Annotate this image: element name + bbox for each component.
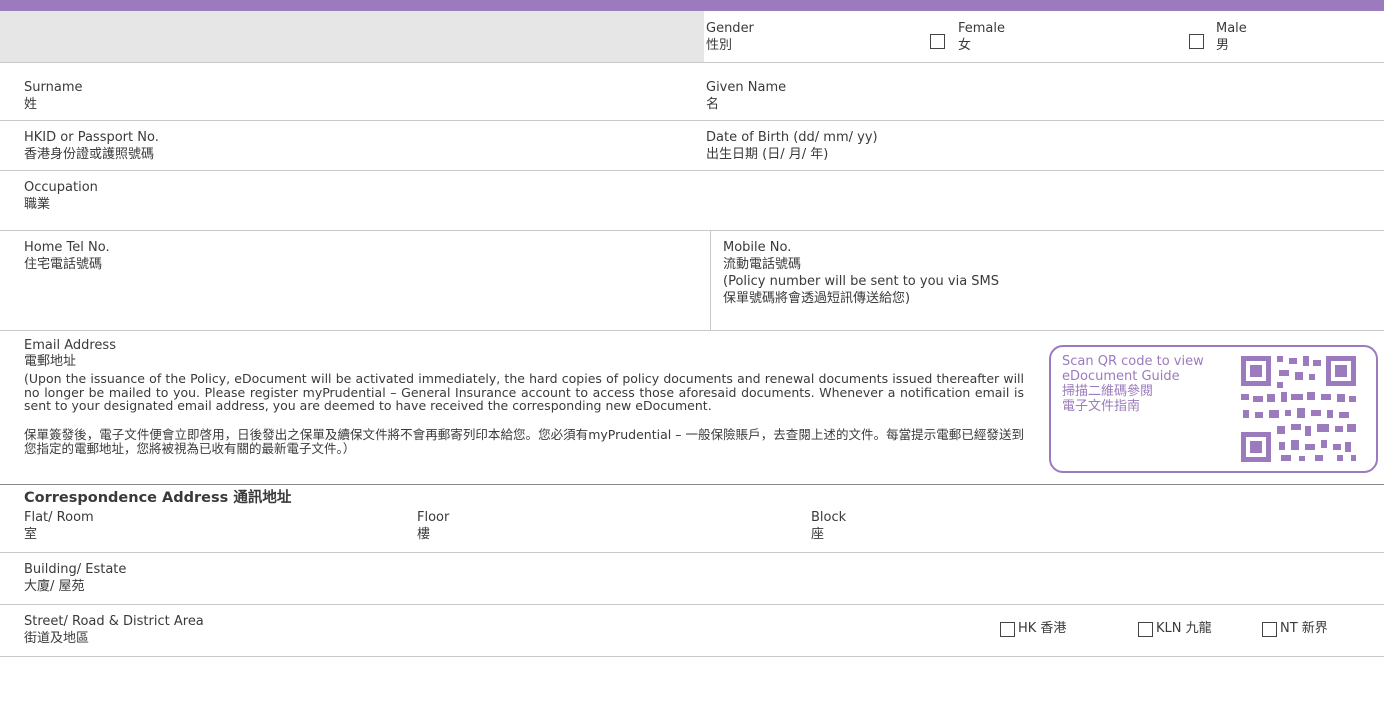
edocument-note-zh: 保單簽發後，電子文件便會立即啓用，日後發出之保單及續保文件將不會再郵寄列印本給您… [24, 427, 1024, 456]
correspondence-address-heading: Correspondence Address 通訊地址 [24, 490, 292, 506]
hk-checkbox[interactable] [1000, 622, 1015, 637]
qr-caption: Scan QR code to view eDocument Guide 掃描二… [1062, 354, 1204, 414]
nt-label: NT 新界 [1280, 621, 1328, 636]
occupation-label-zh: 職業 [24, 197, 51, 212]
given-name-label: Given Name [706, 80, 787, 95]
female-checkbox[interactable] [930, 34, 945, 49]
female-label: Female [958, 21, 1006, 36]
mobile-sms-note: (Policy number will be sent to you via S… [723, 274, 1000, 289]
gender-label-zh: 性別 [706, 38, 733, 53]
mobile-sms-note-zh: 保單號碼將會透過短訊傳送給您) [723, 291, 911, 306]
building-estate-label-zh: 大廈/ 屋苑 [24, 579, 85, 594]
hkid-label-zh: 香港身份證或護照號碼 [24, 147, 155, 162]
street-district-label-zh: 街道及地區 [24, 631, 90, 646]
given-name-label-zh: 名 [706, 97, 720, 112]
flat-room-label: Flat/ Room [24, 510, 94, 525]
email-label-zh: 電郵地址 [24, 354, 77, 369]
row-divider [0, 230, 1384, 231]
row-divider [0, 604, 1384, 605]
row-divider [0, 170, 1384, 171]
kln-checkbox[interactable] [1138, 622, 1153, 637]
section-header-bar [0, 0, 1384, 11]
male-checkbox[interactable] [1189, 34, 1204, 49]
kln-label: KLN 九龍 [1156, 621, 1212, 636]
home-tel-label: Home Tel No. [24, 240, 110, 255]
male-label-zh: 男 [1216, 38, 1230, 53]
male-label: Male [1216, 21, 1247, 36]
surname-label-zh: 姓 [24, 97, 38, 112]
floor-label: Floor [417, 510, 450, 525]
row-divider [0, 656, 1384, 657]
section-divider [0, 484, 1384, 485]
female-label-zh: 女 [958, 38, 972, 53]
row-divider [0, 62, 1384, 63]
email-label: Email Address [24, 338, 116, 353]
building-estate-label: Building/ Estate [24, 562, 127, 577]
dob-label-zh: 出生日期 (日/ 月/ 年) [706, 147, 829, 162]
row-divider [0, 330, 1384, 331]
gender-label: Gender [706, 21, 754, 36]
dob-label: Date of Birth (dd/ mm/ yy) [706, 130, 878, 145]
home-tel-label-zh: 住宅電話號碼 [24, 257, 103, 272]
nt-checkbox[interactable] [1262, 622, 1277, 637]
column-divider [710, 230, 711, 330]
flat-room-label-zh: 室 [24, 527, 38, 542]
qr-code-icon[interactable] [1239, 354, 1358, 464]
mobile-label: Mobile No. [723, 240, 792, 255]
mobile-label-zh: 流動電話號碼 [723, 257, 802, 272]
floor-label-zh: 樓 [417, 527, 431, 542]
hkid-label: HKID or Passport No. [24, 130, 159, 145]
surname-label: Surname [24, 80, 83, 95]
row-divider [0, 120, 1384, 121]
edocument-note: (Upon the issuance of the Policy, eDocum… [24, 371, 1024, 413]
shaded-header-cell [0, 11, 704, 62]
street-district-label: Street/ Road & District Area [24, 614, 204, 629]
occupation-label: Occupation [24, 180, 98, 195]
block-label-zh: 座 [811, 527, 825, 542]
row-divider [0, 552, 1384, 553]
hk-label: HK 香港 [1018, 621, 1067, 636]
block-label: Block [811, 510, 847, 525]
